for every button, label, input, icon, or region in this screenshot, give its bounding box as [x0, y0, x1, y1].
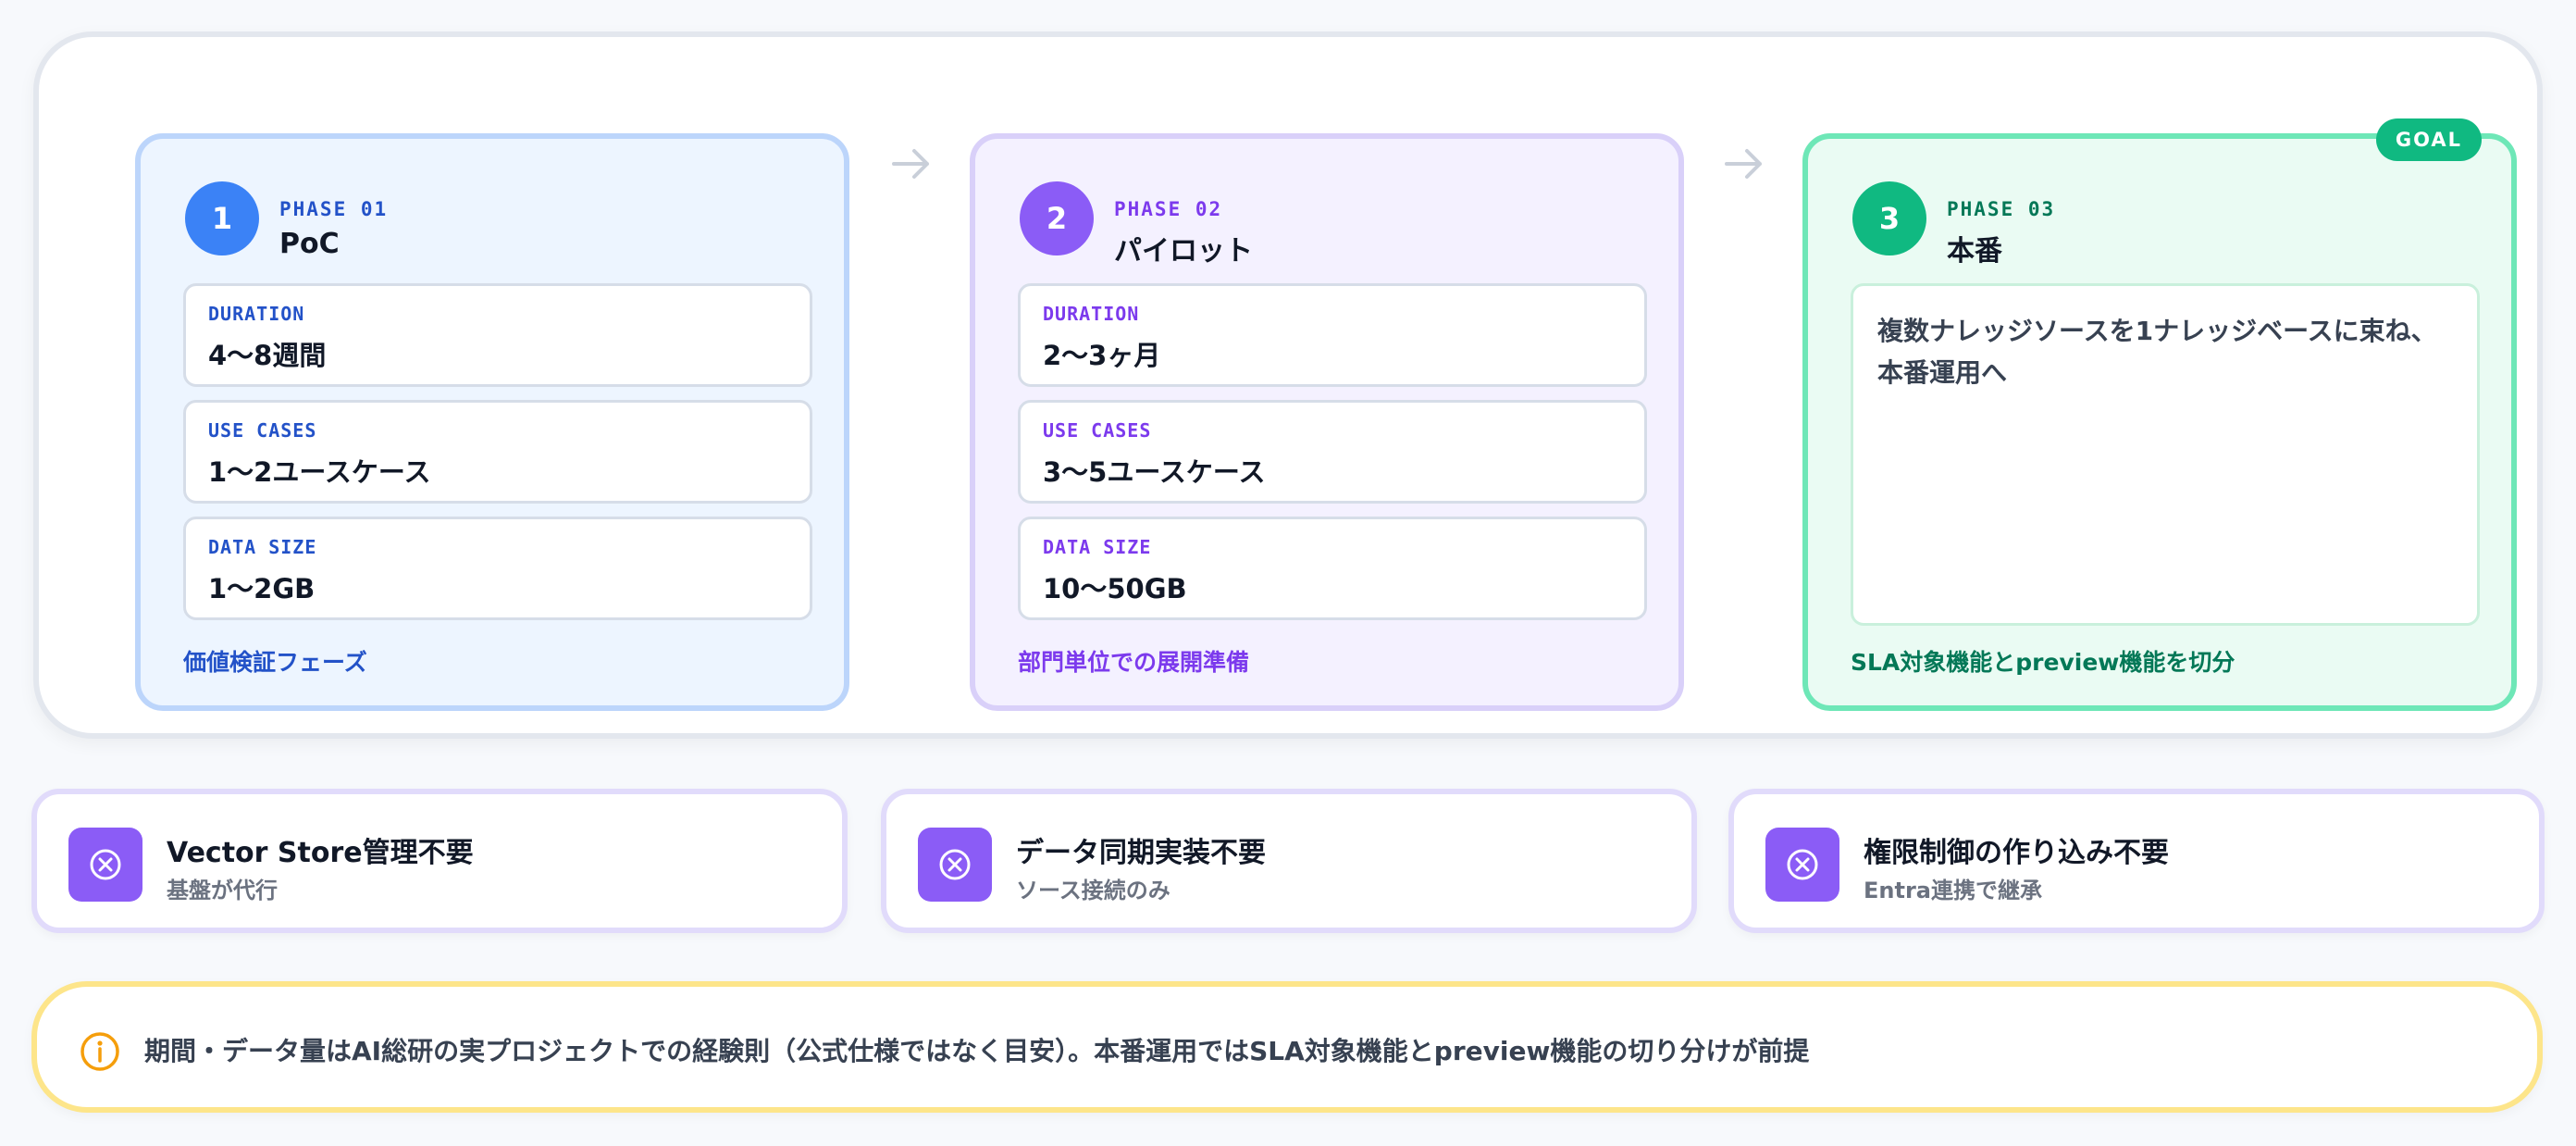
phase-number-badge: 2 — [1020, 181, 1094, 255]
phase-name: 本番 — [1947, 235, 2002, 268]
note-banner: 期間・データ量はAI総研の実プロジェクトでの経験則（公式仕様ではなく目安）。本番… — [31, 981, 2543, 1113]
stat-value: 1〜2GB — [208, 573, 316, 604]
benefit-subtitle: ソース接続のみ — [1016, 878, 1170, 903]
goal-badge: GOAL — [2376, 118, 2482, 161]
info-icon — [80, 1032, 119, 1071]
roadmap-panel: 1 PHASE 01 PoC DURATION 4〜8週間 USE CASES … — [33, 31, 2543, 739]
stat-value: 3〜5ユースケース — [1043, 456, 1266, 488]
benefit-subtitle: Entra連携で継承 — [1864, 878, 2042, 903]
stat-value: 4〜8週間 — [208, 340, 327, 371]
phase-footnote: 価値検証フェーズ — [183, 649, 367, 676]
phase-name: パイロット — [1114, 235, 1253, 268]
stat-label: USE CASES — [208, 419, 317, 442]
x-circle-icon — [1765, 828, 1839, 902]
benefit-title: 権限制御の作り込み不要 — [1864, 837, 2169, 869]
phase-card-poc: 1 PHASE 01 PoC DURATION 4〜8週間 USE CASES … — [135, 133, 849, 711]
stat-duration: DURATION 4〜8週間 — [183, 283, 812, 387]
benefit-title: Vector Store管理不要 — [167, 837, 474, 869]
phase-description: 複数ナレッジソースを1ナレッジベースに束ね、 本番運用へ — [1851, 283, 2480, 626]
stat-value: 2〜3ヶ月 — [1043, 340, 1161, 371]
arrow-right-icon — [1725, 149, 1762, 179]
phase-label: PHASE 01 — [279, 198, 389, 220]
benefit-subtitle: 基盤が代行 — [167, 878, 278, 903]
phase-name: PoC — [279, 228, 340, 260]
phase-label: PHASE 02 — [1114, 198, 1223, 220]
description-line: 複数ナレッジソースを1ナレッジベースに束ね、 — [1877, 316, 2437, 346]
arrow-right-icon — [892, 149, 929, 179]
phase-card-pilot: 2 PHASE 02 パイロット DURATION 2〜3ヶ月 USE CASE… — [970, 133, 1684, 711]
stat-value: 10〜50GB — [1043, 573, 1187, 604]
x-circle-icon — [68, 828, 142, 902]
benefit-card-vector-store: Vector Store管理不要 基盤が代行 — [31, 789, 848, 933]
stat-label: DURATION — [208, 303, 305, 325]
stat-duration: DURATION 2〜3ヶ月 — [1018, 283, 1647, 387]
stat-label: DATA SIZE — [1043, 536, 1152, 558]
stat-value: 1〜2ユースケース — [208, 456, 431, 488]
phase-label: PHASE 03 — [1947, 198, 2056, 220]
phase-number-badge: 3 — [1852, 181, 1926, 255]
benefit-title: データ同期実装不要 — [1016, 837, 1266, 869]
stat-label: USE CASES — [1043, 419, 1152, 442]
phase-number-badge: 1 — [185, 181, 259, 255]
description-line: 本番運用へ — [1877, 357, 2008, 389]
stat-label: DURATION — [1043, 303, 1140, 325]
note-text: 期間・データ量はAI総研の実プロジェクトでの経験則（公式仕様ではなく目安）。本番… — [144, 1036, 1810, 1066]
x-circle-icon — [918, 828, 992, 902]
stat-data-size: DATA SIZE 10〜50GB — [1018, 517, 1647, 620]
benefit-card-data-sync: データ同期実装不要 ソース接続のみ — [881, 789, 1697, 933]
phase-footnote: SLA対象機能とpreview機能を切分 — [1851, 649, 2235, 676]
stat-label: DATA SIZE — [208, 536, 317, 558]
phase-card-production: 3 PHASE 03 本番 複数ナレッジソースを1ナレッジベースに束ね、 本番運… — [1802, 133, 2517, 711]
stat-use-cases: USE CASES 1〜2ユースケース — [183, 400, 812, 504]
stat-data-size: DATA SIZE 1〜2GB — [183, 517, 812, 620]
stat-use-cases: USE CASES 3〜5ユースケース — [1018, 400, 1647, 504]
phase-footnote: 部門単位での展開準備 — [1018, 649, 1250, 676]
benefit-card-access-control: 権限制御の作り込み不要 Entra連携で継承 — [1728, 789, 2545, 933]
